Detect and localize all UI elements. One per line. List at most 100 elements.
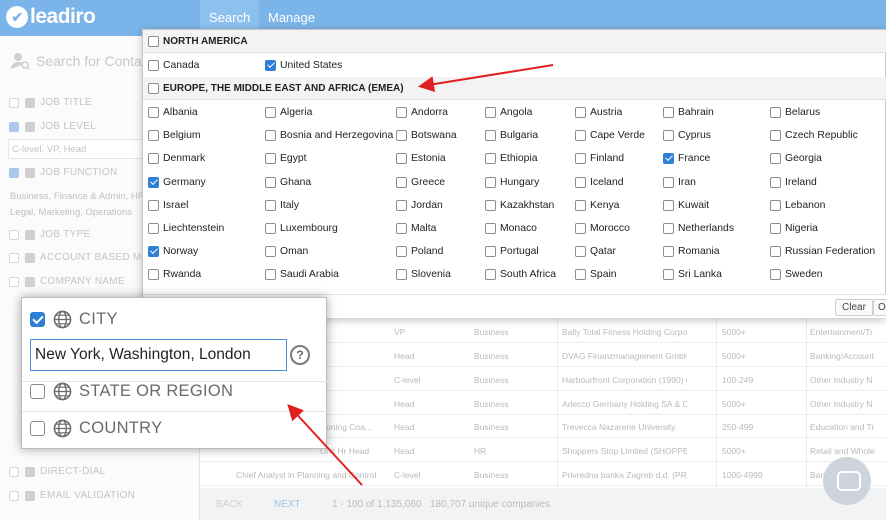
checkbox[interactable] — [575, 153, 586, 165]
country-option[interactable]: Ghana — [265, 176, 311, 188]
country-option[interactable]: Algeria — [265, 107, 312, 118]
checkbox[interactable] — [265, 199, 276, 211]
help-icon[interactable]: ? — [290, 345, 310, 365]
checkbox[interactable] — [770, 199, 781, 211]
filter-account-based[interactable]: ACCOUNT BASED MK — [9, 252, 149, 263]
checkbox[interactable] — [575, 223, 586, 234]
country-option[interactable]: Finland — [575, 153, 624, 165]
country-option[interactable]: Liechtenstein — [148, 223, 224, 234]
checkbox[interactable] — [265, 176, 276, 188]
country-option[interactable]: South Africa — [485, 269, 556, 281]
checkbox[interactable] — [396, 130, 407, 142]
checkbox[interactable] — [663, 269, 674, 281]
country-option[interactable]: Jordan — [396, 199, 443, 211]
country-option[interactable]: Ethiopia — [485, 153, 538, 165]
checkbox[interactable] — [770, 153, 781, 165]
country-option[interactable]: Andorra — [396, 107, 448, 118]
checkbox[interactable] — [485, 130, 496, 142]
clear-button[interactable]: Clear — [835, 299, 873, 316]
country-option[interactable]: Botswana — [396, 130, 457, 142]
checkbox[interactable] — [265, 153, 276, 165]
country-option[interactable]: Ireland — [770, 176, 817, 188]
country-option[interactable]: Georgia — [770, 153, 822, 165]
filter-job-title[interactable]: JOB TITLE — [9, 97, 92, 108]
state-filter-row[interactable]: STATE OR REGION — [30, 382, 233, 401]
checkbox[interactable] — [9, 490, 19, 501]
checkbox[interactable] — [485, 107, 496, 118]
country-option[interactable]: Bosnia and Herzegovina — [265, 130, 393, 142]
country-option[interactable]: Belarus — [770, 107, 820, 118]
checkbox[interactable] — [148, 269, 159, 281]
back-button[interactable]: BACK — [216, 499, 243, 510]
checkbox[interactable] — [9, 121, 19, 132]
country-option[interactable]: Kazakhstan — [485, 199, 554, 211]
country-option[interactable]: Albania — [148, 107, 198, 118]
country-option[interactable]: Austria — [575, 107, 622, 118]
checkbox[interactable] — [485, 246, 496, 258]
checkbox[interactable] — [485, 223, 496, 234]
country-option[interactable]: Hungary — [485, 176, 539, 188]
checkbox[interactable] — [663, 107, 674, 118]
checkbox[interactable] — [396, 269, 407, 281]
checkbox[interactable] — [148, 223, 159, 234]
filter-direct-dial[interactable]: DIRECT-DIAL — [9, 466, 106, 477]
country-option[interactable]: Slovenia — [396, 269, 451, 281]
checkbox[interactable] — [396, 246, 407, 258]
checkbox[interactable] — [148, 60, 159, 71]
country-option[interactable]: Lebanon — [770, 199, 825, 211]
filter-company-name[interactable]: COMPANY NAME — [9, 276, 125, 287]
filter-job-type[interactable]: JOB TYPE — [9, 229, 91, 240]
checkbox[interactable] — [575, 269, 586, 281]
filter-email-validation[interactable]: EMAIL VALIDATION — [9, 490, 135, 501]
filter-job-function[interactable]: JOB FUNCTION — [9, 167, 118, 178]
checkbox[interactable] — [9, 276, 19, 287]
country-option[interactable]: Monaco — [485, 223, 537, 234]
country-option[interactable]: Nigeria — [770, 223, 818, 234]
checkbox[interactable] — [9, 229, 19, 240]
checkbox[interactable] — [265, 269, 276, 281]
checkbox[interactable] — [265, 107, 276, 118]
checkbox[interactable] — [396, 223, 407, 234]
checkbox[interactable] — [148, 82, 159, 94]
region-header[interactable]: NORTH AMERICA — [143, 30, 886, 53]
ok-button[interactable]: OK — [873, 299, 886, 316]
country-option[interactable]: Cyprus — [663, 130, 711, 142]
table-row[interactable]: Chief Analyst in Planning and Control C-l… — [200, 463, 886, 486]
checkbox[interactable] — [148, 199, 159, 211]
checkbox[interactable] — [265, 246, 276, 258]
country-option[interactable]: Morocco — [575, 223, 630, 234]
checkbox[interactable] — [396, 199, 407, 211]
checkbox[interactable] — [265, 130, 276, 142]
country-option[interactable]: Czech Republic — [770, 130, 858, 142]
checkbox[interactable] — [265, 60, 276, 71]
country-option[interactable]: Norway — [148, 246, 198, 258]
checkbox[interactable] — [575, 130, 586, 142]
country-option[interactable]: Cape Verde — [575, 130, 645, 142]
country-checkbox[interactable] — [30, 421, 45, 436]
country-option[interactable]: Kuwait — [663, 199, 709, 211]
country-option[interactable]: Estonia — [396, 153, 446, 165]
checkbox[interactable] — [396, 153, 407, 165]
country-option[interactable]: Iran — [663, 176, 696, 188]
checkbox[interactable] — [9, 97, 19, 108]
checkbox[interactable] — [148, 130, 159, 142]
checkbox[interactable] — [485, 269, 496, 281]
country-option[interactable]: Sri Lanka — [663, 269, 722, 281]
country-option[interactable]: France — [663, 153, 710, 165]
country-option[interactable]: Romania — [663, 246, 720, 258]
checkbox[interactable] — [396, 107, 407, 118]
checkbox[interactable] — [770, 269, 781, 281]
city-filter-row[interactable]: CITY — [30, 310, 118, 329]
city-input[interactable]: New York, Washington, London — [30, 339, 287, 371]
checkbox[interactable] — [485, 199, 496, 211]
country-option[interactable]: United States — [265, 60, 342, 71]
checkbox[interactable] — [9, 252, 19, 263]
checkbox[interactable] — [148, 246, 159, 258]
country-option[interactable]: Bulgaria — [485, 130, 538, 142]
checkbox[interactable] — [396, 176, 407, 188]
country-option[interactable]: Iceland — [575, 176, 624, 188]
country-option[interactable]: Russian Federation — [770, 246, 875, 258]
checkbox[interactable] — [770, 246, 781, 258]
checkbox[interactable] — [575, 176, 586, 188]
country-option[interactable]: Greece — [396, 176, 445, 188]
